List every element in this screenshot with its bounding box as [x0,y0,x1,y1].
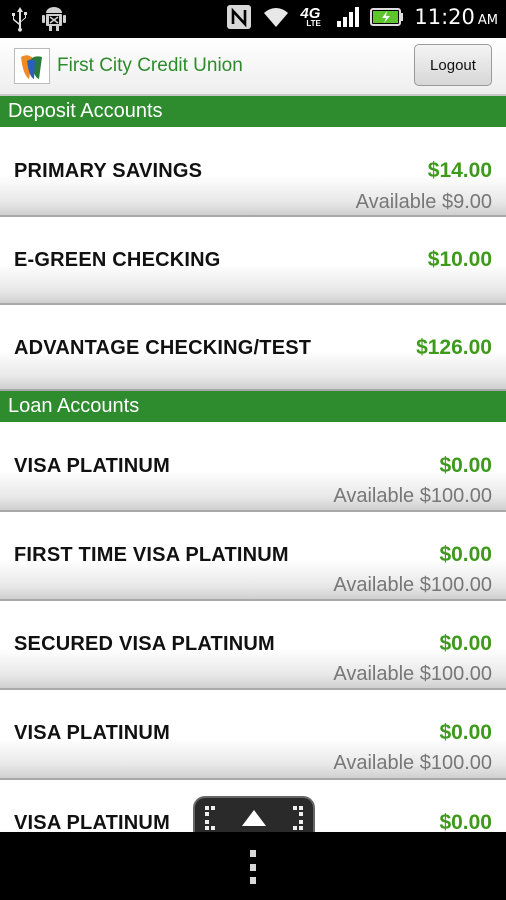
account-row-first-time-visa-platinum[interactable]: FIRST TIME VISA PLATINUM $0.00 Available… [0,512,506,601]
arrow-up-icon [242,810,266,826]
menu-icon[interactable] [248,850,258,884]
account-name: E-GREEN CHECKING [14,249,221,271]
account-balance: $0.00 [439,721,492,744]
account-name: VISA PLATINUM [14,722,170,744]
credit-union-logo [14,48,50,84]
lte-indicator: 4G LTE [300,5,321,28]
account-available: Available $100.00 [333,574,492,596]
account-name: ADVANTAGE CHECKING/TEST [14,337,312,359]
account-name: FIRST TIME VISA PLATINUM [14,544,289,566]
section-header-deposit-accounts: Deposit Accounts [0,96,506,127]
account-name: VISA PLATINUM [14,455,170,477]
usb-icon [10,6,30,32]
battery-charging-icon [370,7,404,27]
account-balance: $0.00 [439,632,492,655]
account-name: PRIMARY SAVINGS [14,160,203,182]
app-header: First City Credit Union Logout [0,38,506,96]
account-row-primary-savings[interactable]: PRIMARY SAVINGS $14.00 Available $9.00 [0,127,506,217]
signal-icon [336,6,360,28]
account-available: Available $9.00 [355,191,492,213]
account-balance: $0.00 [439,454,492,477]
section-header-loan-accounts: Loan Accounts [0,391,506,422]
app-title: First City Credit Union [57,55,243,76]
clock: 11:20 AM [414,5,498,29]
wifi-icon [262,6,290,28]
account-available: Available $100.00 [333,752,492,774]
account-balance: $14.00 [427,159,492,182]
account-available: Available $100.00 [333,485,492,507]
android-debug-icon [42,5,66,33]
account-row-visa-platinum-2[interactable]: VISA PLATINUM $0.00 Available $100.00 [0,690,506,780]
logout-button[interactable]: Logout [414,44,492,86]
quick-launch-handle[interactable] [193,796,315,836]
account-available: Available $100.00 [333,663,492,685]
account-row-visa-platinum[interactable]: VISA PLATINUM $0.00 Available $100.00 [0,422,506,512]
account-row-secured-visa-platinum[interactable]: SECURED VISA PLATINUM $0.00 Available $1… [0,601,506,690]
nfc-icon [226,4,252,30]
status-bar: 4G LTE 11:20 AM [0,0,506,38]
account-balance: $0.00 [439,543,492,566]
account-balance: $10.00 [427,248,492,271]
account-row-e-green-checking[interactable]: E-GREEN CHECKING $10.00 [0,217,506,305]
account-row-advantage-checking[interactable]: ADVANTAGE CHECKING/TEST $126.00 [0,305,506,391]
account-name: SECURED VISA PLATINUM [14,633,275,655]
account-balance: $126.00 [416,336,492,359]
